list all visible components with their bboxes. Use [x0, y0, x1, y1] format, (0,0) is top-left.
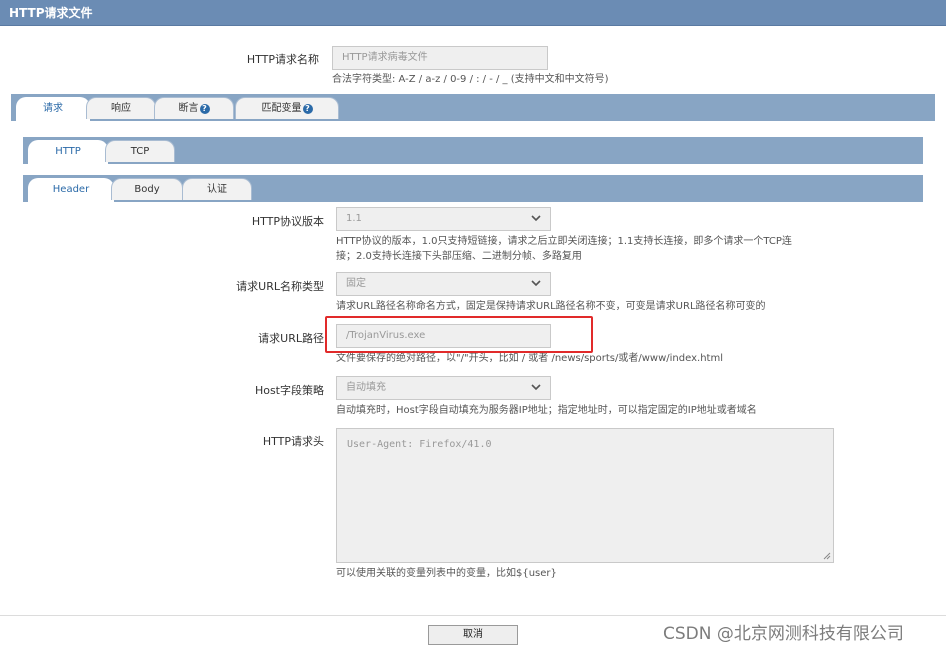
url-path-hint: 文件要保存的绝对路径，以"/"开头，比如 / 或者 /news/sports/或… — [336, 353, 723, 364]
help-icon[interactable]: ? — [302, 104, 313, 114]
protocol-version-value: 1.1 — [346, 213, 362, 224]
protocol-version-label: HTTP协议版本 — [251, 215, 324, 228]
name-input[interactable]: HTTP请求病毒文件 — [332, 46, 548, 70]
tab-header[interactable]: Header — [28, 178, 114, 203]
name-hint: 合法字符类型: A-Z / a-z / 0-9 / : / - / _ (支持中… — [332, 74, 609, 85]
host-policy-select[interactable]: 自动填充 — [336, 376, 551, 400]
headers-textarea[interactable]: User-Agent: Firefox/41.0 — [336, 428, 834, 563]
chevron-down-icon — [531, 280, 541, 287]
url-path-label: 请求URL路径 — [258, 332, 324, 345]
protocol-version-hint: HTTP协议的版本，1.0只支持短链接，请求之后立即关闭连接；1.1支持长连接，… — [336, 236, 792, 262]
chevron-down-icon — [531, 215, 541, 222]
http-tab-bar: Header Body 认证 — [23, 175, 923, 203]
help-icon[interactable]: ? — [199, 104, 210, 114]
resize-grip-icon[interactable] — [823, 552, 831, 560]
headers-label: HTTP请求头 — [262, 435, 324, 448]
footer-divider — [0, 615, 946, 616]
protocol-tab-bar: HTTP TCP — [23, 137, 923, 165]
host-policy-hint: 自动填充时，Host字段自动填充为服务器IP地址；指定地址时，可以指定固定的IP… — [336, 405, 757, 416]
tab-request[interactable]: 请求 — [16, 97, 90, 122]
title-bar: HTTP请求文件 — [0, 0, 946, 26]
protocol-version-select[interactable]: 1.1 — [336, 207, 551, 231]
watermark: CSDN @北京网测科技有限公司 — [663, 624, 904, 644]
url-name-type-value: 固定 — [346, 278, 366, 289]
tab-match-variables[interactable]: 匹配变量? — [235, 97, 339, 119]
headers-hint: 可以使用关联的变量列表中的变量，比如${user} — [336, 568, 557, 579]
window-title: HTTP请求文件 — [9, 6, 93, 20]
url-name-type-select[interactable]: 固定 — [336, 272, 551, 296]
host-policy-label: Host字段策略 — [254, 384, 324, 397]
name-label: HTTP请求名称 — [246, 53, 319, 66]
highlight-box — [325, 316, 593, 353]
headers-placeholder: User-Agent: Firefox/41.0 — [347, 439, 492, 450]
tab-assertion[interactable]: 断言? — [154, 97, 234, 119]
tab-response[interactable]: 响应 — [86, 97, 156, 119]
url-name-type-hint: 请求URL路径名称命名方式，固定是保持请求URL路径名称不变，可变是请求URL路… — [336, 301, 766, 312]
cancel-button[interactable]: 取消 — [428, 625, 518, 645]
chevron-down-icon — [531, 384, 541, 391]
tab-tcp[interactable]: TCP — [105, 140, 175, 162]
tab-body[interactable]: Body — [111, 178, 183, 200]
url-name-type-label: 请求URL名称类型 — [236, 280, 324, 293]
host-policy-value: 自动填充 — [346, 382, 386, 393]
main-tab-bar: 请求 响应 断言? 匹配变量? — [11, 94, 935, 122]
tab-http[interactable]: HTTP — [28, 140, 108, 165]
tab-auth[interactable]: 认证 — [182, 178, 252, 200]
